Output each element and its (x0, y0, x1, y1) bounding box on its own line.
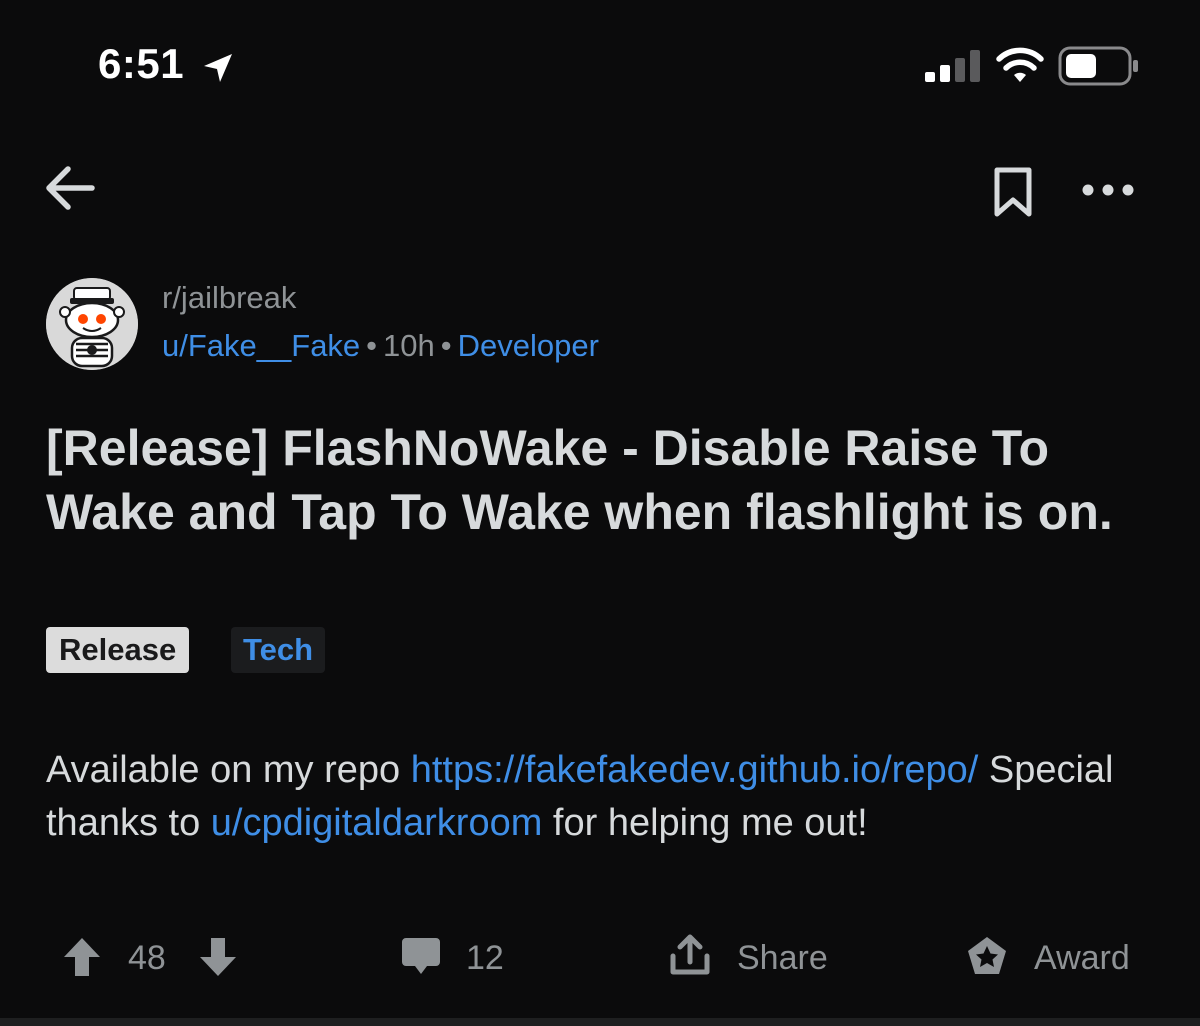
body-text: Available on my repo (46, 749, 411, 791)
meta-separator: • (366, 328, 378, 363)
post-age: 10h (383, 328, 435, 363)
share-button[interactable]: Share (737, 936, 828, 980)
comment-icon[interactable] (400, 934, 442, 978)
divider (0, 1018, 1200, 1026)
downvote-icon[interactable] (198, 936, 238, 978)
action-bar: 48 12 Share Award (0, 930, 1200, 990)
back-arrow-icon[interactable] (40, 160, 100, 216)
bookmark-icon[interactable] (992, 166, 1034, 218)
flair-release[interactable]: Release (46, 627, 190, 673)
repo-link[interactable]: https://fakefakedev.github.io/repo/ (411, 749, 979, 791)
subreddit-avatar[interactable] (46, 278, 138, 370)
meta-separator: • (440, 328, 452, 363)
share-icon[interactable] (668, 932, 712, 978)
user-flair[interactable]: Developer (458, 328, 599, 363)
snoo-avatar-icon (46, 278, 138, 370)
wifi-icon (996, 47, 1044, 82)
flair-tech[interactable]: Tech (231, 627, 326, 673)
post-screen: 6:51 r/jailbreak u/Fake__Fake • 10h • De… (0, 0, 1200, 1026)
mentioned-user-link[interactable]: u/cpdigitaldarkroom (211, 802, 543, 844)
award-icon[interactable] (964, 934, 1010, 978)
upvote-icon[interactable] (62, 936, 102, 978)
post-title[interactable]: [Release] FlashNoWake - Disable Raise To… (46, 416, 1166, 544)
author-link[interactable]: u/Fake__Fake (162, 328, 360, 363)
vote-count: 48 (128, 939, 166, 977)
award-button[interactable]: Award (1034, 936, 1130, 980)
comment-count[interactable]: 12 (466, 936, 504, 980)
more-options-icon[interactable] (1080, 176, 1136, 204)
post-body: Available on my repo https://fakefakedev… (46, 744, 1146, 850)
subreddit-name[interactable]: r/jailbreak (162, 280, 296, 316)
battery-icon (1058, 46, 1138, 86)
post-meta: u/Fake__Fake • 10h • Developer (162, 328, 599, 364)
location-arrow-icon (204, 54, 232, 82)
cellular-signal-icon (925, 50, 980, 82)
status-time: 6:51 (98, 40, 185, 87)
body-text: for helping me out! (542, 802, 868, 844)
